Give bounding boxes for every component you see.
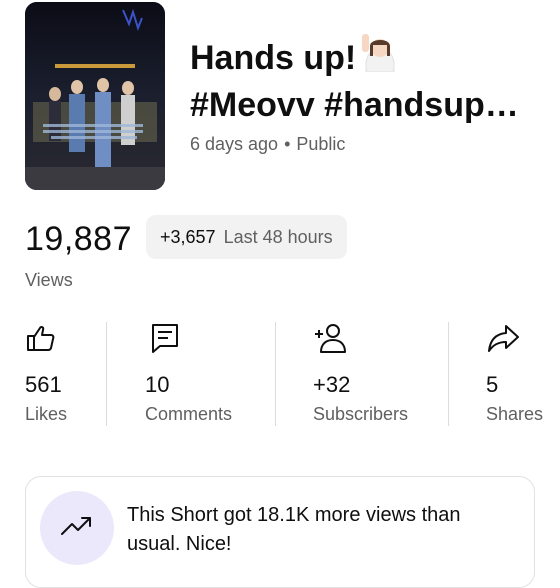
stat-value: 10 [145,372,170,397]
add-person-icon [313,322,346,354]
thumbnail-image [25,2,165,190]
title-text: Hands up! [190,39,357,77]
trending-up-icon [60,514,94,543]
stat-label: Likes [25,404,68,424]
video-thumbnail[interactable] [25,2,165,190]
views-label: Views [25,270,73,290]
views-delta-chip: +3,657 Last 48 hours [146,215,347,259]
meta-separator: • [284,134,291,154]
divider [448,322,449,426]
stat-value: +32 [313,372,351,397]
video-visibility: Public [296,134,346,154]
raising-hand-emoji-icon [360,32,398,83]
share-icon [486,322,519,354]
engagement-stats: 561 Likes 10 Comments +32 Subscribers 5 … [0,318,560,430]
stat-label: Shares [486,404,544,424]
views-delta-period: Last 48 hours [223,226,333,247]
video-title[interactable]: Hands up! #Meovv #handsup… [190,33,550,127]
views-delta: +3,657 [160,226,216,247]
video-title-line-2: #Meovv #handsup… [190,85,519,124]
divider [106,322,107,426]
comment-icon [150,322,182,354]
video-meta: 6 days ago • Public [190,134,345,155]
performance-insight-card[interactable]: This Short got 18.1K more views than usu… [25,476,535,588]
stat-value: 561 [25,372,62,397]
insight-badge [40,491,114,565]
divider [275,322,276,426]
insight-text: This Short got 18.1K more views than usu… [127,504,461,555]
stat-value: 5 [486,372,499,397]
stat-label: Subscribers [313,404,409,424]
video-age: 6 days ago [190,134,279,154]
video-title-line-1: Hands up! [190,33,550,83]
stat-label: Comments [145,404,233,424]
thumbs-up-icon [25,322,57,354]
views-count: 19,887 [25,220,132,258]
